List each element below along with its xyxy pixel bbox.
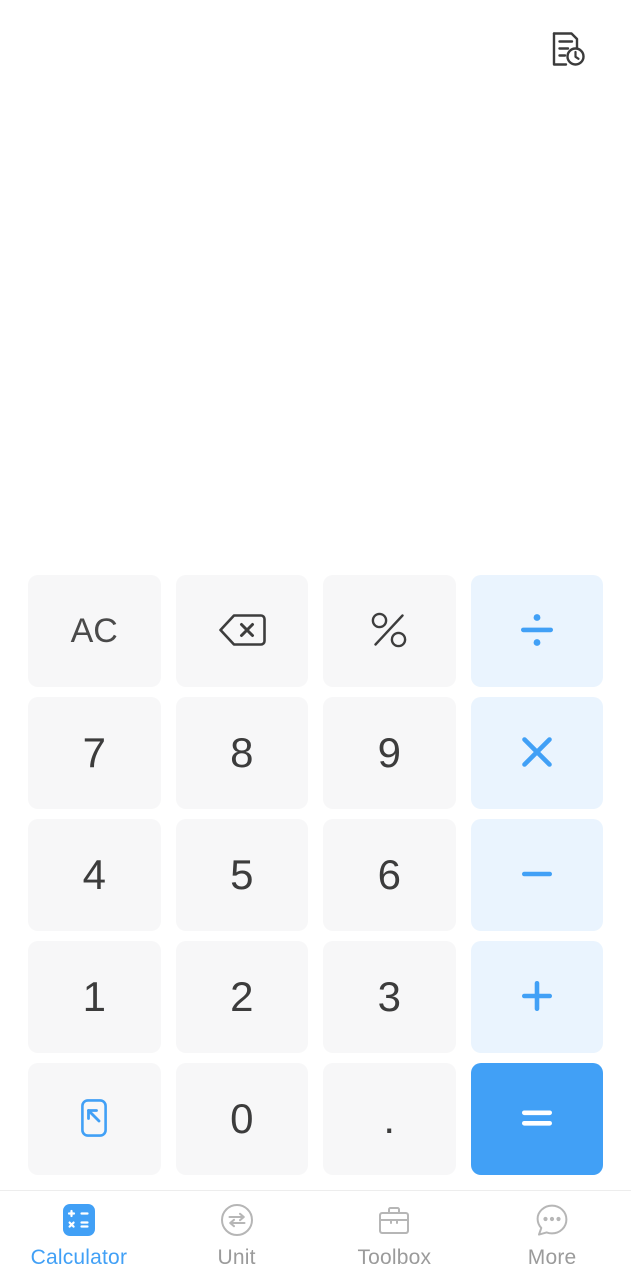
key-seven[interactable]: 7: [28, 697, 161, 809]
key-five-label: 5: [230, 851, 254, 898]
key-multiply[interactable]: [470, 697, 603, 809]
equals-icon: [515, 1103, 559, 1136]
key-expand-scientific[interactable]: [28, 1063, 161, 1175]
key-nine[interactable]: 9: [323, 697, 456, 809]
key-three[interactable]: 3: [323, 941, 456, 1053]
plus-icon: [516, 975, 558, 1020]
calculator-keypad: AC 7 8 9 4 5 6 1 2 3 0 .: [0, 575, 631, 1175]
expand-arrow-icon: [75, 1096, 113, 1143]
minus-icon: [516, 853, 558, 898]
key-zero[interactable]: 0: [175, 1063, 308, 1175]
key-nine-label: 9: [377, 729, 401, 776]
key-plus[interactable]: [470, 941, 603, 1053]
key-clear-label: AC: [70, 611, 118, 650]
key-minus[interactable]: [470, 819, 603, 931]
tab-calculator[interactable]: Calculator: [0, 1191, 158, 1280]
key-equals[interactable]: [470, 1063, 603, 1175]
key-two-label: 2: [230, 973, 254, 1020]
key-three-label: 3: [377, 973, 401, 1020]
key-eight-label: 8: [230, 729, 254, 776]
key-percent[interactable]: [323, 575, 456, 687]
key-six[interactable]: 6: [323, 819, 456, 931]
calculator-display[interactable]: [0, 100, 631, 575]
bottom-navigation-bar: Calculator Unit Toolbox More: [0, 1190, 631, 1280]
tab-unit-label: Unit: [217, 1246, 256, 1269]
tab-calculator-label: Calculator: [30, 1246, 128, 1269]
key-two[interactable]: 2: [175, 941, 308, 1053]
calculator-icon: [60, 1201, 98, 1239]
key-one[interactable]: 1: [28, 941, 161, 1053]
key-zero-label: 0: [230, 1095, 254, 1142]
app-header: [0, 0, 631, 100]
key-four[interactable]: 4: [28, 819, 161, 931]
history-document-clock-icon: [546, 28, 588, 73]
backspace-icon: [216, 611, 268, 652]
tab-toolbox-label: Toolbox: [357, 1246, 432, 1269]
divide-icon: [516, 609, 558, 654]
key-decimal[interactable]: .: [323, 1063, 456, 1175]
key-divide[interactable]: [470, 575, 603, 687]
tab-more[interactable]: More: [473, 1191, 631, 1280]
more-bubble-icon: [533, 1201, 571, 1239]
calculator-app: AC 7 8 9 4 5 6 1 2 3 0 . Calculator Unit…: [0, 0, 631, 1280]
tab-more-label: More: [527, 1246, 577, 1269]
key-six-label: 6: [377, 851, 401, 898]
key-five[interactable]: 5: [175, 819, 308, 931]
key-clear[interactable]: AC: [28, 575, 161, 687]
key-decimal-label: .: [383, 1094, 396, 1142]
key-one-label: 1: [82, 973, 106, 1020]
percent-icon: [367, 608, 411, 655]
key-seven-label: 7: [82, 729, 106, 776]
tab-unit[interactable]: Unit: [158, 1191, 316, 1280]
key-four-label: 4: [82, 851, 106, 898]
history-button[interactable]: [539, 22, 595, 78]
tab-toolbox[interactable]: Toolbox: [316, 1191, 474, 1280]
unit-convert-icon: [218, 1201, 256, 1239]
multiply-icon: [516, 731, 558, 776]
briefcase-icon: [375, 1201, 413, 1239]
key-eight[interactable]: 8: [175, 697, 308, 809]
key-backspace[interactable]: [175, 575, 308, 687]
